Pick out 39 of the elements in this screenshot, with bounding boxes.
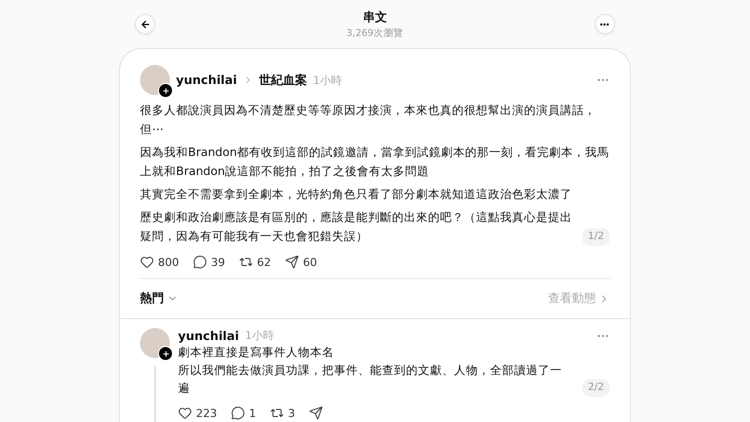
comment-icon — [231, 406, 245, 420]
share-button[interactable] — [309, 406, 323, 420]
heart-icon — [140, 255, 154, 269]
heart-icon — [178, 406, 192, 420]
like-button[interactable]: 223 — [178, 406, 217, 420]
like-button[interactable]: 800 — [140, 255, 179, 269]
repost-button[interactable]: 3 — [270, 406, 295, 420]
post-paragraph: 其實完全不需要拿到全劇本，光特約角色只看了部分劇本就知道這政治色彩太濃了 — [140, 186, 572, 203]
sort-dropdown[interactable]: 熱門 — [140, 290, 178, 307]
username[interactable]: yunchilai — [176, 73, 238, 87]
send-icon — [309, 406, 323, 420]
back-button[interactable] — [135, 14, 155, 34]
username[interactable]: yunchilai — [178, 328, 240, 342]
page-indicator: 2/2 — [582, 379, 610, 397]
follow-badge[interactable] — [158, 346, 173, 361]
repost-button[interactable]: 62 — [239, 255, 271, 269]
post-time: 1小時 — [313, 72, 342, 88]
post-paragraph: 歷史劇和政治劇應該是有區別的，應該是能判斷的出來的吧？（這點我真心是提出疑問，因為有可能我有一天也會犯錯失誤） — [140, 209, 573, 245]
comment-button[interactable]: 1 — [231, 406, 256, 420]
page-indicator: 1/2 — [582, 228, 610, 246]
topic-tag[interactable]: 世紀血案 — [259, 72, 308, 88]
post-paragraph: 很多人都說演員因為不清楚歷史等等原因才接演，本來也真的很想幫出演的演員講話，但⋯ — [140, 102, 597, 138]
send-icon — [285, 255, 299, 269]
comment-icon — [193, 255, 207, 269]
view-count: 3,269次瀏覽 — [346, 26, 404, 40]
follow-badge[interactable] — [158, 83, 173, 98]
avatar[interactable] — [140, 65, 170, 95]
post-paragraph: 因為我和Brandon都有收到這部的試鏡邀請，當拿到試鏡劇本的那一刻，看完劇本，我馬上就和Brandon說這部不能拍，拍了之後會有太多問題 — [140, 144, 610, 180]
avatar[interactable] — [140, 328, 170, 358]
arrow-left-icon — [140, 18, 150, 30]
repost-icon — [239, 255, 253, 269]
page-title: 串文 — [362, 8, 387, 26]
share-button[interactable]: 60 — [285, 255, 317, 269]
comment-button[interactable]: 39 — [193, 255, 225, 269]
reply-text: 所以我們能去做演員功課，把事件、能查到的文獻、人物，全部讀過了一遍 — [178, 362, 563, 397]
repost-icon — [270, 406, 284, 420]
reply-text: 劇本裡直接是寫事件人物本名 — [178, 344, 334, 361]
post-time: 1小時 — [245, 328, 274, 343]
more-button[interactable] — [594, 14, 615, 34]
